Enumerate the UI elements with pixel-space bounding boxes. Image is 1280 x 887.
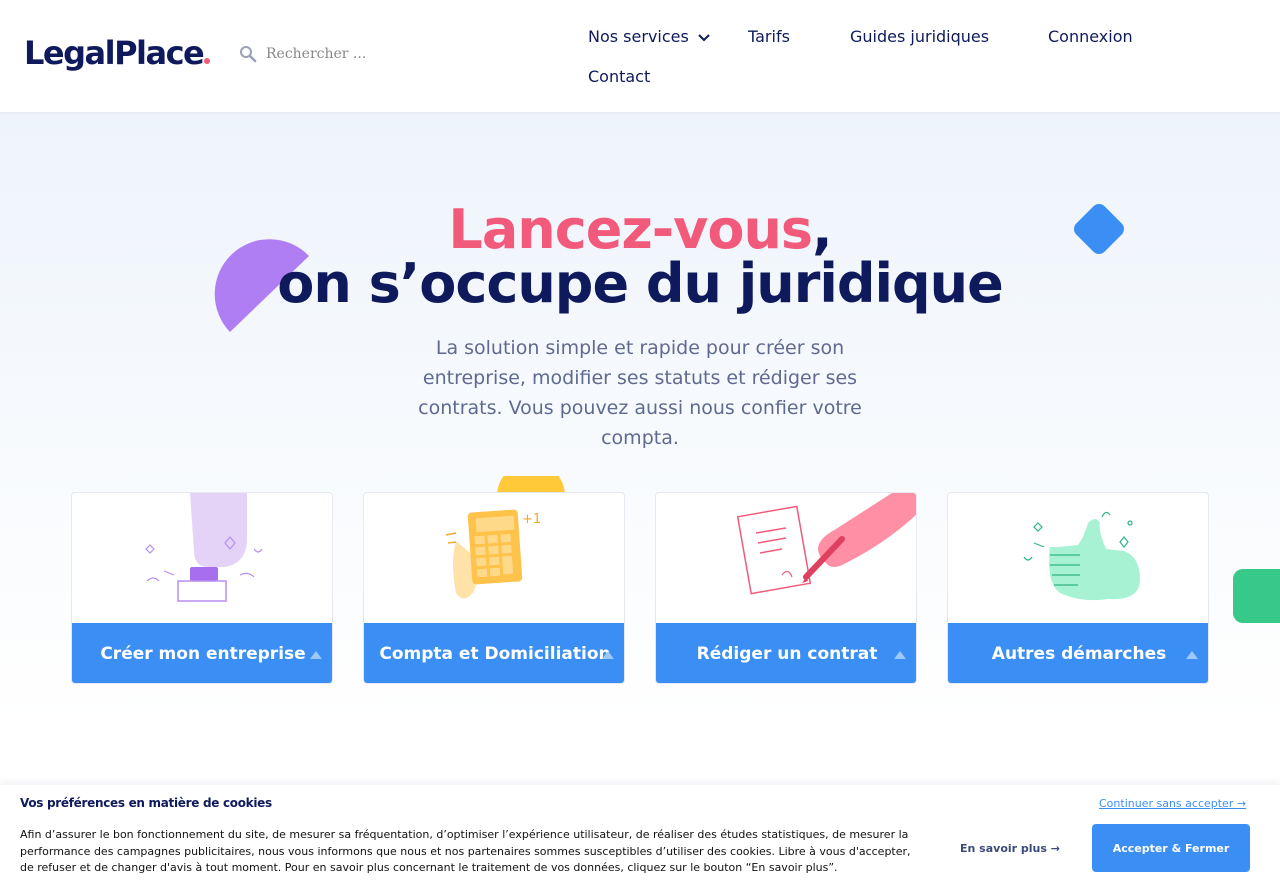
creer-entreprise-button[interactable]: Créer mon entreprise xyxy=(72,623,332,683)
rediger-contrat-button[interactable]: Rédiger un contrat xyxy=(656,623,916,683)
nav-connexion[interactable]: Connexion xyxy=(1048,27,1133,46)
hero-section: Lancez-vous, on s’occupe du juridique La… xyxy=(0,112,1280,792)
card-autres-demarches[interactable]: Autres démarches xyxy=(947,492,1209,684)
triangle-up-icon xyxy=(602,651,614,659)
svg-text:+1: +1 xyxy=(522,512,541,527)
hero-subtitle: La solution simple et rapide pour créer … xyxy=(418,337,862,449)
continue-without-accepting-link[interactable]: Continuer sans accepter → xyxy=(1099,797,1246,810)
compta-domiciliation-label: Compta et Domiciliation xyxy=(379,644,611,664)
cookie-banner: Vos préférences en matière de cookies Af… xyxy=(0,785,1280,887)
chevron-down-icon xyxy=(698,33,710,41)
nav-tarifs[interactable]: Tarifs xyxy=(748,27,790,46)
search-bar xyxy=(238,44,426,64)
site-header: LegalPlace Nos services Tarifs Guides ju… xyxy=(0,0,1280,112)
pointing-finger-illustration xyxy=(145,493,263,602)
autres-demarches-label: Autres démarches xyxy=(991,644,1167,664)
autres-demarches-button[interactable]: Autres démarches xyxy=(948,623,1208,683)
compta-domiciliation-button[interactable]: Compta et Domiciliation xyxy=(364,623,624,683)
hand-signing-illustration xyxy=(736,493,916,595)
hero-title-line2: on s’occupe du juridique xyxy=(277,252,1004,315)
logo[interactable]: LegalPlace xyxy=(24,34,211,72)
search-icon[interactable] xyxy=(238,44,258,64)
search-input[interactable] xyxy=(266,46,426,62)
nav-guides[interactable]: Guides juridiques xyxy=(850,27,989,46)
learn-more-link[interactable]: En savoir plus → xyxy=(960,842,1060,855)
logo-dot xyxy=(204,58,211,64)
triangle-up-icon xyxy=(1186,651,1198,659)
nav-contact[interactable]: Contact xyxy=(588,67,650,86)
card-creer-entreprise[interactable]: Créer mon entreprise xyxy=(71,492,333,684)
cookie-text: Afin d’assurer le bon fonctionnement du … xyxy=(20,828,911,874)
hero-title-line1: Lancez-vous, xyxy=(0,200,1280,260)
card-rediger-contrat[interactable]: Rédiger un contrat xyxy=(655,492,917,684)
creer-entreprise-label: Créer mon entreprise xyxy=(100,644,306,664)
rediger-contrat-label: Rédiger un contrat xyxy=(696,644,878,664)
accept-close-button[interactable]: Accepter & Fermer xyxy=(1092,824,1250,872)
nav-services-label: Nos services xyxy=(588,27,689,46)
nav-services[interactable]: Nos services xyxy=(588,27,710,46)
triangle-up-icon xyxy=(894,651,906,659)
calculator-illustration: +1 xyxy=(445,509,541,599)
thumbs-up-illustration xyxy=(1023,511,1140,601)
triangle-up-icon xyxy=(310,651,322,659)
logo-text: LegalPlace xyxy=(24,34,205,72)
side-chat-tab[interactable] xyxy=(1233,569,1280,623)
cookie-title: Vos préférences en matière de cookies xyxy=(20,796,272,810)
card-compta-domiciliation[interactable]: +1 Compta et Domiciliation xyxy=(363,492,625,684)
